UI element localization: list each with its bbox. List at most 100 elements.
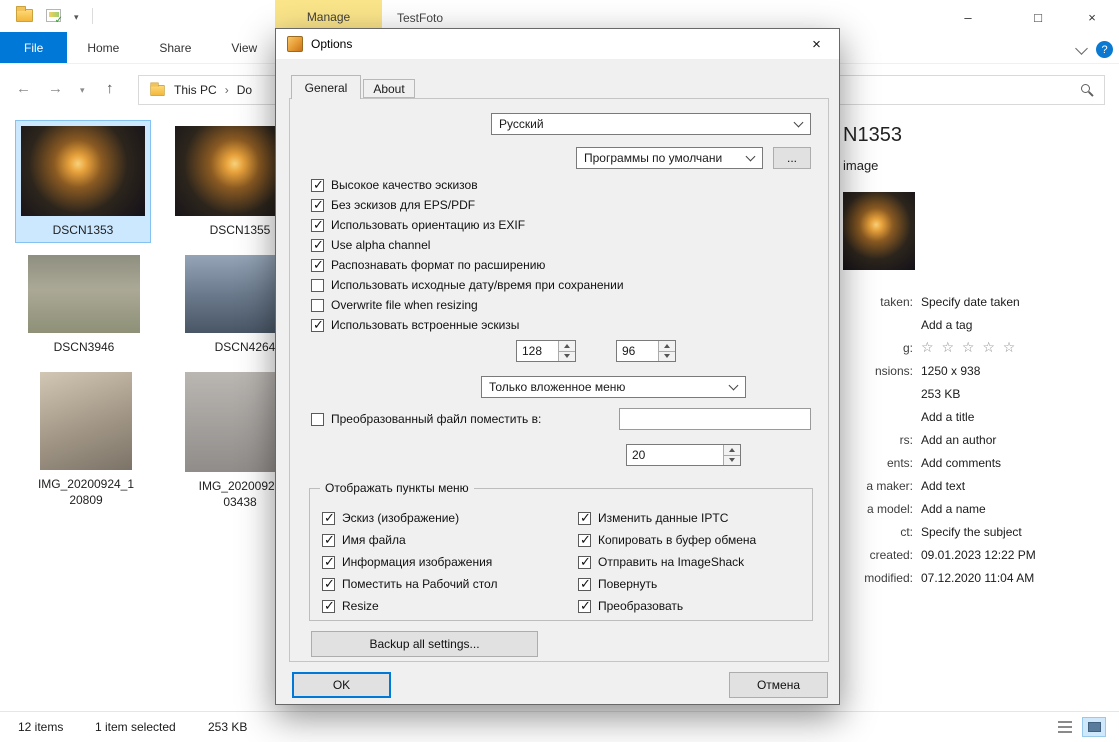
dialog-close-button[interactable]: × [794,29,839,59]
ribbon-tab-view[interactable]: View [211,32,277,63]
checkbox[interactable] [311,319,324,332]
checkbox[interactable] [578,600,591,613]
help-icon[interactable]: ? [1096,41,1113,58]
option-row[interactable]: Высокое качество эскизов [311,175,624,195]
checkbox-label: Поместить на Рабочий стол [342,577,497,591]
spinner-value[interactable]: 20 [627,445,723,465]
checkbox[interactable] [311,179,324,192]
option-row[interactable]: Преобразованный файл поместить в: [311,409,541,429]
back-button[interactable]: ← [16,80,31,97]
checkbox[interactable] [322,512,335,525]
detail-value[interactable]: Add a title [921,410,974,424]
details-view-icon[interactable] [1058,721,1072,733]
maxsize-spinner[interactable]: 20 [626,444,741,466]
checkbox[interactable] [578,512,591,525]
file-item-dscn1353[interactable]: DSCN1353 [16,121,150,242]
checkbox[interactable] [311,219,324,232]
spin-up-button[interactable] [559,341,575,351]
tab-label: About [373,82,404,96]
history-dropdown-icon[interactable]: ▾ [80,85,85,96]
backup-settings-button[interactable]: Backup all settings... [311,631,538,657]
ribbon-tab-share[interactable]: Share [139,32,211,63]
menu-item-row[interactable]: Копировать в буфер обмена [578,529,756,551]
ribbon-tab-home[interactable]: Home [67,32,139,63]
language-select[interactable]: Русский [491,113,811,135]
menu-item-row[interactable]: Информация изображения [322,551,497,573]
spin-up-button[interactable] [724,445,740,455]
checkbox[interactable] [578,556,591,569]
up-button[interactable]: ↑ [106,80,114,97]
tab-general[interactable]: General [291,75,361,99]
menu-item-row[interactable]: Изменить данные IPTC [578,507,756,529]
spin-up-button[interactable] [659,341,675,351]
checkbox[interactable] [578,534,591,547]
detail-row: Add a title [843,405,1119,428]
menu-item-row[interactable]: Преобразовать [578,595,756,617]
maximize-button[interactable]: □ [1022,6,1054,28]
file-name: DSCN3946 [22,339,146,355]
close-button[interactable]: × [1076,6,1108,28]
option-row[interactable]: Overwrite file when resizing [311,295,624,315]
detail-value[interactable]: Specify date taken [921,295,1020,309]
file-name-line2: 20809 [36,492,136,508]
ok-button[interactable]: OK [292,672,391,698]
quick-access-dropdown-icon[interactable]: ▾ [74,12,79,23]
menu-item-row[interactable]: Отправить на ImageShack [578,551,756,573]
cancel-button[interactable]: Отмена [729,672,828,698]
option-row[interactable]: Использовать ориентацию из EXIF [311,215,624,235]
spin-down-button[interactable] [659,351,675,362]
thumb-height-spinner[interactable]: 96 [616,340,676,362]
detail-value[interactable]: Add an author [921,433,996,447]
option-row[interactable]: Use alpha channel [311,235,624,255]
checkbox[interactable] [311,299,324,312]
checkbox[interactable] [311,279,324,292]
checkbox[interactable] [311,239,324,252]
detail-value[interactable]: Add a name [921,502,986,516]
menu-item-row[interactable]: Эскиз (изображение) [322,507,497,529]
rating-stars[interactable]: ☆ ☆ ☆ ☆ ☆ [921,339,1017,356]
spinner-value[interactable]: 96 [617,341,658,361]
forward-button[interactable]: → [48,80,63,97]
checkbox[interactable] [311,259,324,272]
file-item-dscn3946[interactable]: DSCN3946 [22,250,146,359]
checkbox[interactable] [578,578,591,591]
show-menu-select[interactable]: Только вложенное меню [481,376,746,398]
thumbnail-view-icon[interactable] [1082,717,1106,737]
thumb-width-spinner[interactable]: 128 [516,340,576,362]
detail-value[interactable]: Specify the subject [921,525,1022,539]
detail-value[interactable]: Add a tag [921,318,972,332]
menu-item-row[interactable]: Повернуть [578,573,756,595]
convert-path-checkbox[interactable] [311,413,324,426]
browse-button[interactable]: ... [773,147,811,169]
menu-item-row[interactable]: Resize [322,595,497,617]
option-row[interactable]: Без эскизов для EPS/PDF [311,195,624,215]
breadcrumb-item-current[interactable]: Do [237,83,252,97]
convert-path-input[interactable] [619,408,811,430]
option-row[interactable]: Распознавать формат по расширению [311,255,624,275]
option-row[interactable]: Использовать встроенные эскизы [311,315,624,335]
checkbox[interactable] [322,556,335,569]
detail-value[interactable]: Add text [921,479,965,493]
detail-value[interactable]: Add comments [921,456,1001,470]
openwith-select[interactable]: Программы по умолчани [576,147,763,169]
search-icon [1081,84,1090,93]
ribbon-tab-manage[interactable]: Manage [275,0,382,30]
checkbox[interactable] [322,600,335,613]
spin-down-button[interactable] [559,351,575,362]
spin-down-button[interactable] [724,455,740,466]
file-item-img20200924[interactable]: IMG_20200924_120809 [36,367,136,512]
option-row[interactable]: Использовать исходные дату/время при сох… [311,275,624,295]
minimize-button[interactable]: – [952,6,984,28]
tab-about[interactable]: About [363,79,415,98]
menu-item-row[interactable]: Имя файла [322,529,497,551]
quick-access-picture-icon[interactable] [46,9,61,22]
detail-row: nsions:1250 x 938 [843,359,1119,382]
checkbox[interactable] [322,578,335,591]
menu-item-row[interactable]: Поместить на Рабочий стол [322,573,497,595]
ribbon-tab-file[interactable]: File [0,32,67,63]
checkbox[interactable] [322,534,335,547]
spinner-value[interactable]: 128 [517,341,558,361]
app-folder-icon[interactable] [16,9,33,22]
checkbox[interactable] [311,199,324,212]
breadcrumb-item-root[interactable]: This PC [174,83,217,97]
